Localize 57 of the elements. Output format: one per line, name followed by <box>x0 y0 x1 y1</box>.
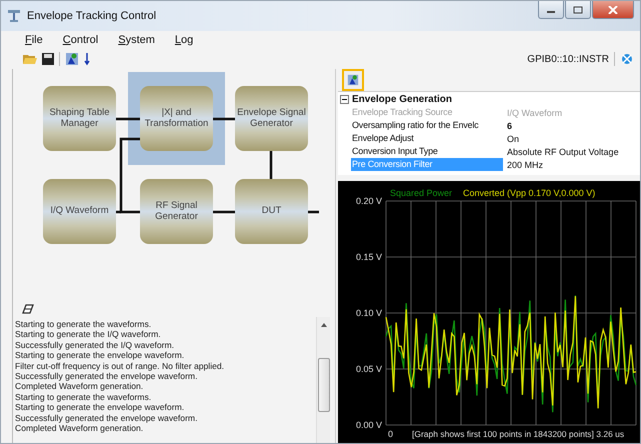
maximize-icon <box>573 6 583 14</box>
connector-line <box>213 210 235 214</box>
scroll-up-icon[interactable] <box>320 322 328 328</box>
log-line: Successfully generated the I/Q waveform. <box>15 340 176 350</box>
close-button[interactable] <box>592 1 634 19</box>
diagram-node[interactable]: RF Signal Generator <box>140 179 213 244</box>
legend-label: Converted (Vpp 0.170 V,0.000 V) <box>463 188 596 198</box>
save-icon[interactable] <box>42 53 54 65</box>
axis-label: 0.15 V <box>356 252 382 262</box>
category-label: Envelope Generation <box>352 94 452 105</box>
diagram-node[interactable]: |X| and Transformation <box>140 86 213 151</box>
eraser-icon[interactable] <box>22 304 34 314</box>
axis-label: 0 <box>388 429 394 439</box>
axis-label: 0.20 V <box>356 196 382 206</box>
property-name[interactable]: Oversampling ratio for the Envelc <box>351 119 503 132</box>
maximize-button[interactable] <box>565 1 591 19</box>
property-value[interactable]: 6 <box>503 120 512 130</box>
log-line: Completed Waveform generation. <box>15 423 144 434</box>
log-line: Starting to generate the envelope waveform. <box>15 350 186 361</box>
minimize-button[interactable] <box>538 1 564 19</box>
property-value[interactable]: Absolute RF Output Voltage <box>503 146 619 156</box>
menu-item[interactable]: File <box>25 34 43 46</box>
axis-label: 0.00 V <box>356 420 382 430</box>
log-line: Starting to generate the envelope waveform. <box>15 402 186 413</box>
log-line: Filter cut-off frequency is out of range. No filter applied. <box>15 360 226 372</box>
diagram-node[interactable]: Shaping Table Manager <box>43 86 116 151</box>
connector-line <box>270 151 272 179</box>
diagram-node[interactable]: I/Q Waveform <box>43 179 116 244</box>
axis-label: 0.10 V <box>356 308 382 318</box>
graph-caption: [Graph shows first 100 points in 1843200 points] 3.26 us <box>412 429 624 439</box>
diagram-node[interactable]: Envelope Signal Generator <box>235 86 308 151</box>
collapse-icon[interactable] <box>340 95 349 104</box>
connector-line <box>308 210 319 214</box>
log-line: Successfully generated the envelope waveform. <box>15 371 198 382</box>
axis-label: 0.05 V <box>356 364 382 374</box>
menu-item[interactable]: System <box>118 34 155 46</box>
log-line: Starting to generate the waveforms. <box>15 392 152 402</box>
menu-item[interactable]: Control <box>62 34 98 46</box>
scrollbar[interactable] <box>316 317 330 443</box>
connector-line <box>213 118 235 120</box>
log-line: Starting to generate the waveforms. <box>15 319 152 330</box>
property-value[interactable]: 200 MHz <box>503 160 544 170</box>
log-line: Successfully generated the envelope waveform. <box>15 412 198 424</box>
app-icon <box>7 9 21 23</box>
arrow-down-icon[interactable] <box>84 52 90 66</box>
log-line: Starting to generate the I/Q waveform. <box>15 329 162 340</box>
close-icon <box>608 6 618 14</box>
property-name[interactable]: Envelope Adjust <box>351 132 503 145</box>
window-title: Envelope Tracking Control <box>27 10 156 22</box>
diagram-node[interactable]: DUT <box>235 179 308 244</box>
log-line: Completed Waveform generation. <box>15 381 144 392</box>
menu-item[interactable]: Log <box>174 34 194 46</box>
connector-line <box>116 118 140 120</box>
property-name[interactable]: Conversion Input Type <box>351 145 503 158</box>
instrument-address: GPIB0::10::INSTR <box>527 54 609 64</box>
legend-label: Squared Power <box>390 188 452 198</box>
property-value[interactable]: On <box>503 134 520 144</box>
